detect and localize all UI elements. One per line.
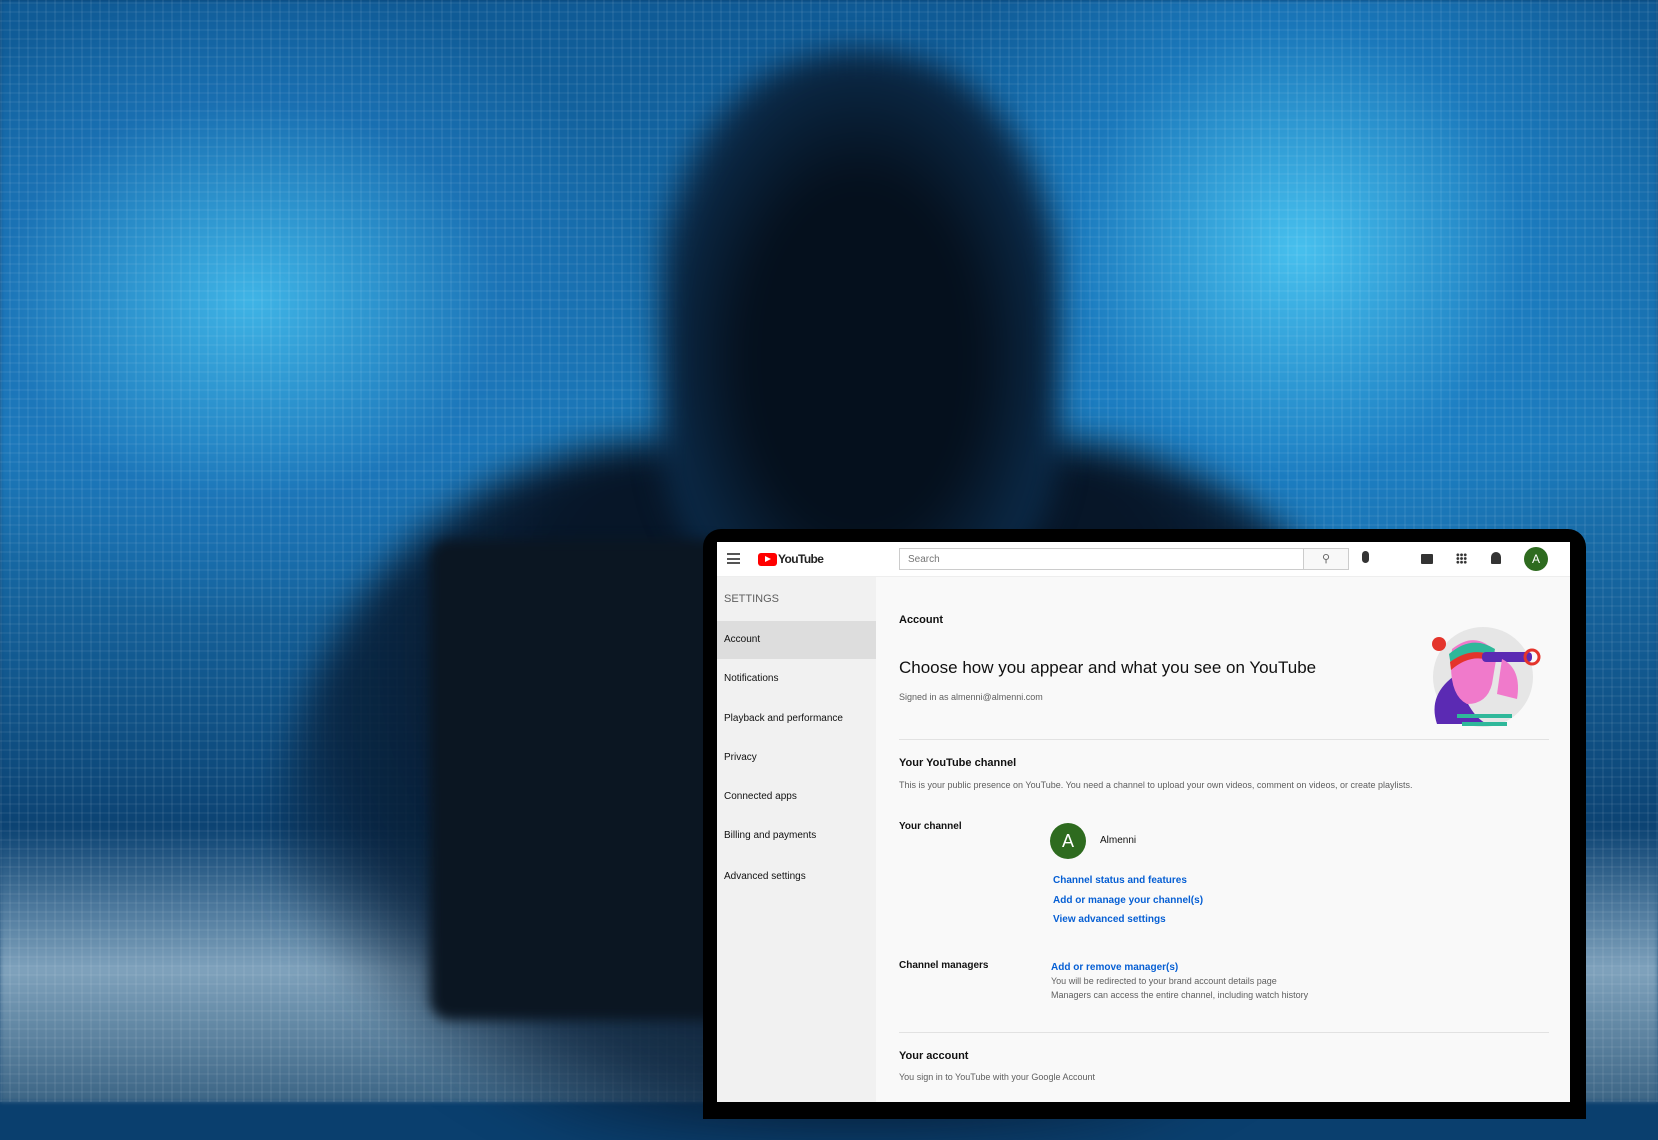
channel-description: This is your public presence on YouTube.… xyxy=(899,780,1413,790)
sidebar-item-privacy[interactable]: Privacy xyxy=(717,739,876,777)
search-button[interactable]: ⚲ xyxy=(1303,548,1349,570)
laptop-screen: YouTube ⚲ A SETTINGS Account Notificatio… xyxy=(717,542,1570,1102)
sidebar-item-connected-apps[interactable]: Connected apps xyxy=(717,778,876,816)
sidebar-item-billing[interactable]: Billing and payments xyxy=(717,817,876,855)
create-video-icon[interactable] xyxy=(1421,554,1433,564)
apps-grid-icon[interactable] xyxy=(1456,553,1467,564)
add-remove-managers-link[interactable]: Add or remove manager(s) xyxy=(1051,962,1178,973)
background-figure-hood xyxy=(660,50,1060,610)
signed-in-text: Signed in as almenni@almenni.com xyxy=(899,692,1043,702)
managers-note-access: Managers can access the entire channel, … xyxy=(1051,990,1309,1000)
channel-section-title: Your YouTube channel xyxy=(899,757,1017,769)
sidebar-item-notifications[interactable]: Notifications xyxy=(717,660,876,698)
divider xyxy=(899,739,1549,740)
search-icon: ⚲ xyxy=(1321,553,1331,565)
top-bar: YouTube ⚲ A xyxy=(717,542,1570,577)
sidebar-item-advanced[interactable]: Advanced settings xyxy=(717,858,876,896)
account-section-title: Your account xyxy=(899,1050,969,1062)
microphone-icon[interactable] xyxy=(1362,551,1369,563)
background-laptop xyxy=(430,540,730,1020)
youtube-play-icon xyxy=(758,552,777,566)
section-title: Account xyxy=(899,614,943,626)
your-channel-label: Your channel xyxy=(899,821,962,832)
channel-name: Almenni xyxy=(1100,835,1137,846)
channel-avatar[interactable]: A xyxy=(1050,823,1086,859)
account-avatar[interactable]: A xyxy=(1524,547,1548,571)
managers-note-redirect: You will be redirected to your brand acc… xyxy=(1051,976,1277,986)
menu-icon[interactable] xyxy=(727,553,740,564)
sidebar-title: SETTINGS xyxy=(724,593,780,605)
channel-managers-label: Channel managers xyxy=(899,960,989,971)
sidebar-item-account[interactable]: Account xyxy=(717,621,876,659)
channel-status-link[interactable]: Channel status and features xyxy=(1053,875,1187,886)
account-description: You sign in to YouTube with your Google … xyxy=(899,1072,1095,1082)
binoculars-illustration xyxy=(1432,627,1541,727)
view-advanced-settings-link[interactable]: View advanced settings xyxy=(1053,914,1166,925)
page-heading: Choose how you appear and what you see o… xyxy=(899,658,1317,677)
notifications-bell-icon[interactable] xyxy=(1491,552,1501,564)
settings-sidebar: SETTINGS Account Notifications Playback … xyxy=(717,577,876,1102)
manage-channels-link[interactable]: Add or manage your channel(s) xyxy=(1053,895,1203,906)
youtube-logo[interactable]: YouTube xyxy=(758,552,824,566)
sidebar-item-playback[interactable]: Playback and performance xyxy=(717,700,876,738)
divider xyxy=(899,1032,1549,1033)
search-input[interactable] xyxy=(899,548,1304,570)
